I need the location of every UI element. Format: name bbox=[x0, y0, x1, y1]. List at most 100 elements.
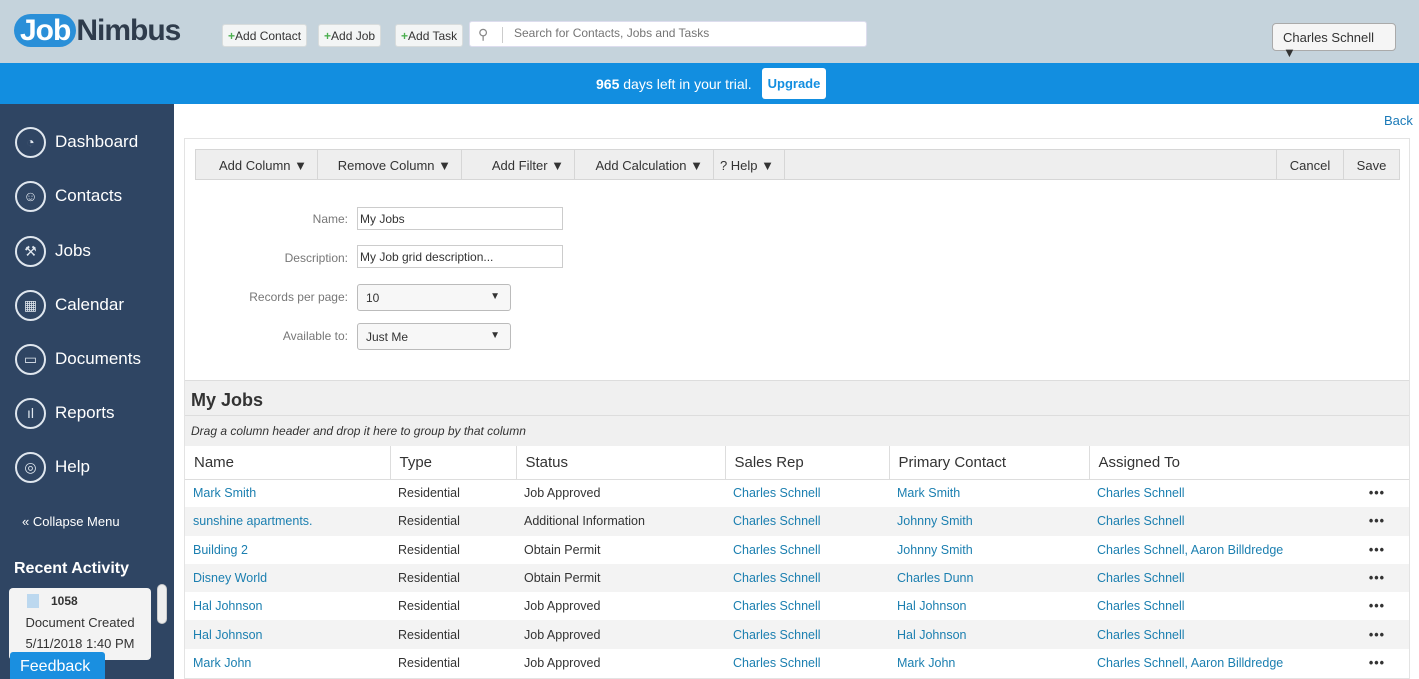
table-row[interactable]: Disney World Residential Obtain Permit Char… bbox=[185, 563, 1409, 593]
available-to-label: Available to: bbox=[282, 329, 348, 343]
available-to-select[interactable]: Just Me ▼ bbox=[357, 323, 511, 350]
collapse-menu-button[interactable]: « Collapse Menu bbox=[22, 514, 120, 529]
table-cell[interactable]: Hal Johnson bbox=[889, 592, 1089, 620]
table-cell[interactable]: Mark Smith bbox=[889, 479, 1089, 507]
records-per-page-label: Records per page: bbox=[249, 290, 348, 304]
table-cell: Residential bbox=[398, 486, 460, 501]
sidebar-item-calendar[interactable]: ▦ Calendar bbox=[15, 288, 124, 322]
cancel-button[interactable]: Cancel bbox=[1277, 150, 1344, 179]
table-row[interactable]: sunshine apartments. Residential Additiona… bbox=[185, 507, 1409, 536]
row-actions-icon[interactable]: ••• bbox=[1345, 536, 1409, 564]
table-cell[interactable]: Charles Schnell bbox=[1089, 620, 1346, 649]
table-cell[interactable]: Hal Johnson bbox=[185, 620, 390, 649]
column-header[interactable]: Type bbox=[390, 446, 517, 480]
add-calculation-button[interactable]: Add Calculation ▼ bbox=[575, 150, 714, 179]
table-cell[interactable]: Charles Schnell, Aaron Billdredge bbox=[1089, 649, 1345, 677]
table-cell: Residential bbox=[390, 563, 516, 593]
table-cell: Residential bbox=[390, 620, 516, 649]
table-cell[interactable]: Charles Schnell bbox=[725, 649, 889, 677]
jobnimbus-logo[interactable]: Job Nimbus bbox=[14, 14, 181, 48]
name-label: Name: bbox=[312, 212, 348, 226]
plus-icon: + bbox=[324, 29, 332, 43]
table-cell[interactable]: Charles Schnell bbox=[725, 507, 889, 536]
table-cell: Residential bbox=[398, 599, 460, 614]
table-cell[interactable]: Mark John bbox=[185, 649, 390, 677]
table-cell[interactable]: Building 2 bbox=[185, 536, 390, 564]
table-cell[interactable]: Charles Schnell bbox=[725, 479, 889, 507]
search-icon[interactable]: ⚲ bbox=[478, 26, 488, 43]
add-job-button[interactable]: +Add Job bbox=[318, 24, 382, 47]
name-field[interactable]: My Jobs bbox=[357, 207, 563, 230]
grid-title: My Jobs bbox=[185, 380, 1409, 415]
save-button[interactable]: Save bbox=[1344, 150, 1399, 179]
add-filter-button[interactable]: Add Filter ▼ bbox=[462, 150, 575, 179]
row-actions-icon[interactable]: ••• bbox=[1345, 563, 1409, 593]
table-row[interactable]: Building 2 Residential Obtain Permit Charle… bbox=[185, 536, 1409, 564]
trial-text: days left in your trial. bbox=[619, 76, 752, 92]
table-cell: Job Approved bbox=[516, 620, 725, 649]
column-header[interactable]: Name bbox=[185, 446, 391, 480]
remove-column-button[interactable]: Remove Column ▼ bbox=[318, 150, 462, 179]
group-drop-zone[interactable]: Drag a column header and drop it here to… bbox=[185, 415, 1409, 446]
search-box[interactable]: ⚲ bbox=[469, 21, 867, 47]
column-header[interactable]: Primary Contact bbox=[889, 446, 1090, 480]
table-cell[interactable]: Charles Schnell bbox=[725, 536, 889, 564]
sidebar-item-help[interactable]: ◎ Help bbox=[15, 450, 90, 484]
row-actions-icon[interactable]: ••• bbox=[1345, 507, 1409, 536]
table-cell[interactable]: Charles Schnell bbox=[1089, 563, 1346, 593]
add-column-button[interactable]: Add Column ▼ bbox=[196, 150, 318, 179]
table-cell[interactable]: Hal Johnson bbox=[185, 592, 390, 620]
row-actions-icon[interactable]: ••• bbox=[1345, 649, 1409, 677]
column-header[interactable]: Sales Rep bbox=[725, 446, 890, 480]
table-row[interactable]: Mark John Residential Job Approved Charles … bbox=[185, 649, 1409, 677]
reports-icon: ıl bbox=[15, 397, 46, 429]
sidebar-item-dashboard[interactable]: ◔ Dashboard bbox=[15, 125, 138, 159]
documents-icon: ▭ bbox=[15, 343, 46, 375]
table-cell[interactable]: Johnny Smith bbox=[889, 507, 1089, 536]
table-cell[interactable]: Charles Schnell bbox=[725, 563, 889, 593]
sidebar-item-contacts[interactable]: ☺ Contacts bbox=[15, 179, 122, 213]
table-row[interactable]: Hal Johnson Residential Job Approved Charle… bbox=[185, 592, 1409, 620]
sidebar-item-reports[interactable]: ıl Reports bbox=[15, 396, 115, 430]
table-row[interactable]: Hal Johnson Residential Job Approved Charle… bbox=[185, 620, 1409, 649]
table-cell[interactable]: Charles Schnell bbox=[1089, 479, 1345, 507]
row-actions-icon[interactable]: ••• bbox=[1345, 479, 1409, 507]
table-cell[interactable]: Hal Johnson bbox=[889, 620, 1089, 649]
table-cell[interactable]: Charles Schnell bbox=[1089, 507, 1346, 536]
table-cell[interactable]: Charles Dunn bbox=[889, 563, 1089, 593]
table-cell: Residential bbox=[398, 542, 460, 557]
activity-scrollbar[interactable] bbox=[157, 584, 167, 624]
table-cell[interactable]: Mark Smith bbox=[185, 479, 390, 507]
table-cell[interactable]: Mark John bbox=[889, 649, 1089, 677]
feedback-button[interactable]: Feedback bbox=[10, 652, 105, 679]
help-icon: ◎ bbox=[15, 451, 46, 483]
sidebar-item-documents[interactable]: ▭ Documents bbox=[15, 342, 141, 376]
table-cell[interactable]: Charles Schnell bbox=[725, 620, 889, 649]
table-cell[interactable]: Disney World bbox=[185, 563, 390, 593]
column-header[interactable]: Assigned To bbox=[1089, 446, 1409, 480]
sidebar-item-jobs[interactable]: ⚒ Jobs bbox=[15, 234, 91, 268]
upgrade-button[interactable]: Upgrade bbox=[762, 68, 826, 99]
table-row[interactable]: Mark Smith Residential Job Approved Charles… bbox=[185, 479, 1409, 507]
table-cell[interactable]: sunshine apartments. bbox=[185, 507, 390, 536]
add-task-button[interactable]: +Add Task bbox=[395, 24, 464, 47]
row-actions-icon[interactable]: ••• bbox=[1345, 620, 1409, 649]
description-field[interactable]: My Job grid description... bbox=[357, 245, 563, 268]
table-cell[interactable]: Charles Schnell bbox=[725, 592, 889, 620]
back-link[interactable]: Back bbox=[1384, 113, 1413, 128]
table-cell[interactable]: Charles Schnell, Aaron Billdredge bbox=[1089, 536, 1345, 564]
top-bar: Job Nimbus +Add Contact +Add Job +Add Tas… bbox=[0, 0, 1419, 63]
help-button[interactable]: ? Help ▼ bbox=[714, 150, 785, 179]
search-input[interactable] bbox=[514, 26, 854, 40]
user-menu-button[interactable]: Charles Schnell ▼ bbox=[1272, 23, 1396, 60]
add-contact-button[interactable]: +Add Contact bbox=[222, 24, 308, 47]
trial-banner: 965 days left in your trial. Upgrade bbox=[0, 63, 1419, 104]
row-actions-icon[interactable]: ••• bbox=[1345, 592, 1409, 620]
table-cell[interactable]: Johnny Smith bbox=[889, 536, 1089, 564]
activity-card[interactable]: 1058 Document Created 5/11/2018 1:40 PM bbox=[9, 588, 151, 660]
grid-toolbar: Add Column ▼ Remove Column ▼ Add Filter … bbox=[195, 149, 1400, 180]
table-cell: Residential bbox=[398, 655, 460, 670]
records-per-page-select[interactable]: 10 ▼ bbox=[357, 284, 511, 311]
column-header[interactable]: Status bbox=[516, 446, 726, 480]
table-cell[interactable]: Charles Schnell bbox=[1089, 592, 1345, 620]
